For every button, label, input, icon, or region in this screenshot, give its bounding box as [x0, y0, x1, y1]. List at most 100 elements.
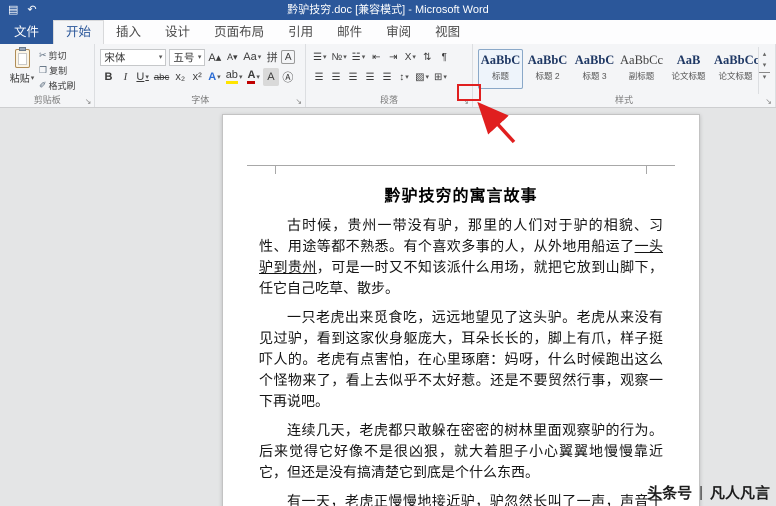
italic-button[interactable]: I: [117, 68, 133, 86]
style-item-subtitle[interactable]: AaBbCc 副标题: [619, 49, 664, 89]
tab-mailings[interactable]: 邮件: [325, 20, 374, 44]
group-font: 宋体▾ 五号▾ A▴ A▾ Aa▾ 拼 A B I U▾ abc x₂ x² A…: [95, 44, 306, 107]
format-painter-label: 格式刷: [49, 79, 76, 92]
style-item-paper-title[interactable]: AaB 论文标题: [666, 49, 711, 89]
tab-home[interactable]: 开始: [53, 20, 104, 44]
watermark-brand: 头条号: [647, 482, 692, 503]
font-group-label: 字体: [95, 93, 305, 106]
shading-button[interactable]: ▨▾: [413, 68, 431, 86]
styles-gallery: AaBbC 标题 AaBbC 标题 2 AaBbC 标题 3 AaBbCc 副标…: [478, 47, 758, 94]
tab-view[interactable]: 视图: [423, 20, 472, 44]
paragraph-2[interactable]: 一只老虎出来觅食吃，远远地望见了这头驴。老虎从来没有见过驴，看到这家伙身躯庞大，…: [259, 308, 663, 413]
chevron-down-icon: ▾: [323, 53, 327, 61]
decrease-indent-button[interactable]: ⇤: [368, 48, 384, 66]
tab-page-layout[interactable]: 页面布局: [202, 20, 276, 44]
paste-button[interactable]: 粘贴▾: [5, 47, 39, 94]
style-name: 标题 2: [526, 70, 569, 82]
ribbon-tab-bar: 文件 开始 插入 设计 页面布局 引用 邮件 审阅 视图: [0, 20, 776, 44]
style-item-paper-title2[interactable]: AaBbCc 论文标题: [713, 49, 758, 89]
tab-references[interactable]: 引用: [276, 20, 325, 44]
align-left-button[interactable]: ☰: [311, 68, 327, 86]
numbering-button[interactable]: №▾: [330, 48, 349, 66]
style-preview: AaBbC: [526, 53, 569, 67]
increase-indent-button[interactable]: ⇥: [385, 48, 401, 66]
justify-button[interactable]: ☰: [362, 68, 378, 86]
tab-insert[interactable]: 插入: [104, 20, 153, 44]
style-item-heading2[interactable]: AaBbC 标题 2: [525, 49, 570, 89]
document-title[interactable]: 黔驴技穷的寓言故事: [259, 182, 663, 206]
gallery-more-icon[interactable]: ▾: [759, 72, 770, 83]
enclose-characters-button[interactable]: Ⓐ: [280, 68, 296, 86]
text-highlight-button[interactable]: ab▾: [224, 68, 245, 86]
save-icon[interactable]: ▤: [8, 0, 18, 20]
chevron-down-icon: ▾: [258, 53, 262, 61]
gallery-scroll-up-icon[interactable]: ▴: [759, 50, 770, 60]
copy-button[interactable]: ❐复制: [39, 64, 76, 77]
tab-design[interactable]: 设计: [153, 20, 202, 44]
paragraph-text: 有一天，老虎正慢慢地接近驴，驴忽然长叫了一声，声音十分响亮。老虎吓了一跳，: [259, 495, 663, 506]
format-painter-icon: ✐: [39, 80, 47, 91]
tab-file[interactable]: 文件: [0, 20, 53, 44]
paragraph-3[interactable]: 连续几天，老虎都只敢躲在密密的树林里面观察驴的行为。后来觉得它好像不是很凶狠，就…: [259, 421, 663, 484]
character-border-button[interactable]: A: [281, 50, 295, 64]
gallery-scroll-down-icon[interactable]: ▾: [759, 61, 770, 71]
numbering-icon: №: [332, 52, 343, 63]
paste-label: 粘贴: [10, 70, 30, 85]
chevron-down-icon: ▾: [217, 73, 221, 81]
copy-label: 复制: [49, 64, 67, 77]
style-name: 副标题: [620, 70, 663, 82]
style-preview: AaBbCc: [620, 53, 663, 67]
clipboard-dialog-launcher-icon[interactable]: ↘: [85, 98, 92, 106]
cut-button[interactable]: ✂剪切: [39, 49, 76, 62]
cut-label: 剪切: [49, 49, 67, 62]
asian-layout-icon: X: [405, 52, 412, 63]
style-item-heading3[interactable]: AaBbC 标题 3: [572, 49, 617, 89]
character-shading-button[interactable]: A: [263, 68, 279, 86]
style-name: 论文标题: [667, 70, 710, 82]
document-page[interactable]: 黔驴技穷的寓言故事 古时候，贵州一带没有驴，那里的人们对于驴的相貌、习性、用途等…: [222, 114, 700, 506]
font-name-select[interactable]: 宋体▾: [100, 49, 166, 66]
paragraph-4[interactable]: 有一天，老虎正慢慢地接近驴，驴忽然长叫了一声，声音十分响亮。老虎吓了一跳，以为驴…: [259, 492, 663, 506]
borders-button[interactable]: ⊞▾: [432, 68, 449, 86]
format-painter-button[interactable]: ✐格式刷: [39, 79, 76, 92]
change-case-button[interactable]: Aa▾: [241, 48, 263, 66]
styles-dialog-launcher-icon[interactable]: ↘: [765, 98, 772, 106]
font-dialog-launcher-icon[interactable]: ↘: [295, 98, 302, 106]
subscript-button[interactable]: x₂: [172, 68, 188, 86]
superscript-button[interactable]: x²: [189, 68, 205, 86]
text-effects-button[interactable]: A▾: [206, 68, 222, 86]
show-marks-button[interactable]: ¶: [436, 48, 452, 66]
bold-button[interactable]: B: [100, 68, 116, 86]
strikethrough-button[interactable]: abc: [152, 68, 171, 86]
distribute-button[interactable]: ☰: [379, 68, 395, 86]
document-canvas[interactable]: 黔驴技穷的寓言故事 古时候，贵州一带没有驴，那里的人们对于驴的相貌、习性、用途等…: [0, 108, 776, 506]
multilevel-list-icon: ☱: [352, 52, 361, 63]
underline-button[interactable]: U▾: [134, 68, 150, 86]
multilevel-list-button[interactable]: ☱▾: [350, 48, 367, 66]
grow-font-button[interactable]: A▴: [206, 48, 223, 66]
shrink-font-button[interactable]: A▾: [224, 48, 240, 66]
bullets-button[interactable]: ☰▾: [311, 48, 328, 66]
align-center-button[interactable]: ☰: [328, 68, 344, 86]
annotation-arrow-icon: [448, 96, 538, 151]
chevron-down-icon: ▾: [362, 53, 366, 61]
chevron-down-icon: ▾: [443, 73, 447, 81]
header-boundary: [247, 165, 675, 166]
style-item-heading1[interactable]: AaBbC 标题: [478, 49, 523, 89]
sort-button[interactable]: ⇅: [419, 48, 435, 66]
phonetic-guide-button[interactable]: 拼: [264, 48, 280, 66]
style-name: 标题: [479, 70, 522, 82]
asian-layout-button[interactable]: X▾: [402, 48, 418, 66]
align-right-button[interactable]: ☰: [345, 68, 361, 86]
clipboard-mini-buttons: ✂剪切 ❐复制 ✐格式刷: [39, 47, 76, 94]
watermark-separator: |: [699, 484, 703, 501]
font-size-select[interactable]: 五号▾: [169, 49, 205, 66]
highlight-icon: ab: [226, 70, 238, 84]
undo-icon[interactable]: ↶: [27, 0, 36, 20]
font-color-button[interactable]: A▾: [245, 68, 261, 86]
watermark-name: 凡人凡言: [710, 482, 770, 503]
line-spacing-button[interactable]: ↕▾: [396, 68, 412, 86]
paragraph-1[interactable]: 古时候，贵州一带没有驴，那里的人们对于驴的相貌、习性、用途等都不熟悉。有个喜欢多…: [259, 216, 663, 300]
tab-review[interactable]: 审阅: [374, 20, 423, 44]
chevron-down-icon: ▾: [239, 73, 243, 81]
